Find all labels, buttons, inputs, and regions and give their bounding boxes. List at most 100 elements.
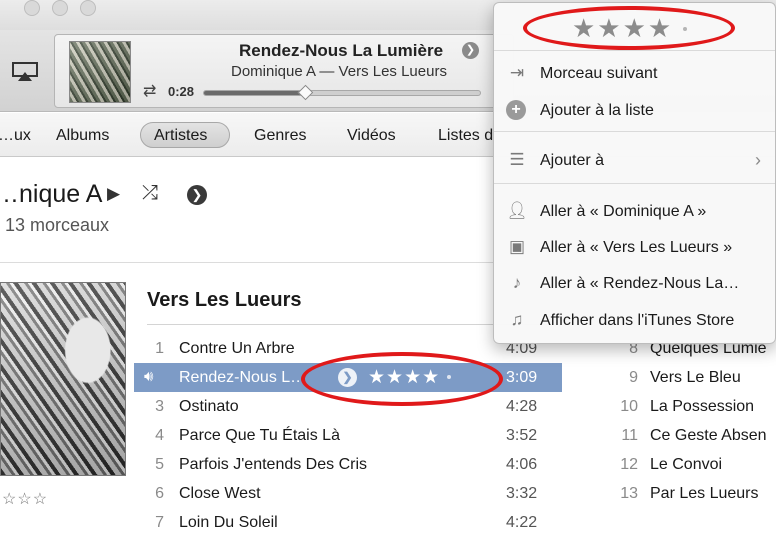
track-number: 11 bbox=[621, 427, 638, 444]
now-playing-subtitle: Dominique A — Vers Les Lueurs bbox=[231, 63, 447, 80]
album-artwork[interactable] bbox=[0, 282, 126, 476]
menu-item-label: Aller à « Vers Les Lueurs » bbox=[540, 239, 733, 256]
artist-name: …nique A bbox=[0, 180, 103, 208]
menu-item-go-to-artist[interactable]: 👤︎ Aller à « Dominique A » bbox=[494, 196, 775, 228]
minimize-window-button[interactable] bbox=[52, 0, 68, 16]
song-icon: ♪ bbox=[512, 273, 522, 292]
track-row[interactable]: 11 Ce Geste Absen bbox=[598, 421, 776, 450]
track-title: Vers Le Bleu bbox=[650, 369, 741, 386]
add-to-playlist-icon: ☰ bbox=[509, 150, 525, 169]
speaker-icon: 🔊︎ bbox=[144, 368, 154, 385]
nav-item-videos[interactable]: Vidéos bbox=[347, 127, 396, 145]
album-rating[interactable]: ☆☆☆ bbox=[2, 489, 48, 509]
context-menu: ★★★★ ⇥ Morceau suivant + Ajouter à la li… bbox=[493, 2, 776, 344]
track-row[interactable]: 13 Par Les Lueurs bbox=[598, 479, 776, 508]
menu-separator bbox=[494, 131, 775, 132]
nav-item-albums[interactable]: Albums bbox=[56, 127, 109, 145]
menu-item-itunes-store[interactable]: ♫ Afficher dans l'iTunes Store bbox=[494, 305, 775, 337]
chevron-right-icon: › bbox=[755, 150, 761, 170]
track-duration: 3:52 bbox=[506, 427, 538, 444]
album-icon: ▣ bbox=[508, 237, 526, 256]
shuffle-icon[interactable]: ⤮ bbox=[142, 182, 158, 205]
menu-rating-dot bbox=[683, 27, 687, 31]
nav-item-playlists[interactable]: Listes d bbox=[438, 127, 493, 145]
track-number: 7 bbox=[155, 514, 164, 531]
track-row[interactable]: 9 Vers Le Bleu bbox=[598, 363, 776, 392]
track-row[interactable]: 12 Le Convoi bbox=[598, 450, 776, 479]
track-title: Parce Que Tu Étais Là bbox=[179, 427, 340, 444]
menu-item-go-to-song[interactable]: ♪ Aller à « Rendez-Nous La… bbox=[494, 268, 775, 300]
track-title: Ostinato bbox=[179, 398, 239, 415]
menu-item-label: Ajouter à bbox=[540, 152, 605, 169]
now-playing-title: Rendez-Nous La Lumière bbox=[239, 41, 444, 60]
add-circle-icon: + bbox=[506, 100, 526, 120]
track-row[interactable]: 6 Close West 3:32 bbox=[134, 479, 562, 508]
menu-item-label: Afficher dans l'iTunes Store bbox=[540, 312, 735, 329]
track-arrow-icon[interactable]: ❯ bbox=[338, 368, 357, 387]
now-playing-display: Rendez-Nous La Lumière ❯ Dominique A — V… bbox=[54, 34, 514, 108]
track-number: 6 bbox=[155, 485, 164, 502]
play-icon[interactable]: ▶ bbox=[107, 184, 120, 204]
track-title: Ce Geste Absen bbox=[650, 427, 767, 444]
track-row[interactable]: 4 Parce Que Tu Étais Là 3:52 bbox=[134, 421, 562, 450]
menu-item-label: Ajouter à la liste bbox=[540, 102, 654, 119]
menu-item-label: Morceau suivant bbox=[540, 65, 658, 82]
nav-item-artists[interactable]: Artistes bbox=[154, 127, 207, 145]
progress-knob[interactable] bbox=[297, 84, 314, 101]
track-duration: 4:06 bbox=[506, 456, 538, 473]
track-number: 1 bbox=[155, 340, 164, 357]
artist-arrow-icon[interactable]: ❯ bbox=[187, 185, 207, 205]
menu-separator bbox=[494, 50, 775, 51]
track-number: 10 bbox=[620, 398, 638, 415]
track-title: Le Convoi bbox=[650, 456, 723, 473]
progress-bar[interactable] bbox=[203, 84, 481, 101]
track-number: 13 bbox=[620, 485, 638, 502]
track-duration: 4:22 bbox=[506, 514, 538, 531]
track-count: 13 morceaux bbox=[5, 215, 110, 235]
progress-fill bbox=[204, 91, 306, 95]
track-row-selected[interactable]: 🔊︎ Rendez-Nous L… ❯ ★★★★ 3:09 bbox=[134, 363, 562, 392]
menu-rating[interactable]: ★★★★ bbox=[572, 13, 673, 44]
menu-item-add-to-list[interactable]: + Ajouter à la liste bbox=[494, 95, 775, 127]
nav-item-genres[interactable]: Genres bbox=[254, 127, 306, 145]
track-title: Close West bbox=[179, 485, 261, 502]
track-number: 9 bbox=[629, 369, 638, 386]
track-row[interactable]: 3 Ostinato 4:28 bbox=[134, 392, 562, 421]
now-playing-artwork[interactable] bbox=[69, 41, 131, 103]
menu-item-go-to-album[interactable]: ▣ Aller à « Vers Les Lueurs » bbox=[494, 232, 775, 264]
track-duration: 4:28 bbox=[506, 398, 538, 415]
menu-separator bbox=[494, 183, 775, 184]
repeat-icon[interactable]: ⇄ bbox=[143, 81, 156, 101]
menu-item-label: Aller à « Dominique A » bbox=[540, 203, 707, 220]
airplay-icon[interactable] bbox=[12, 62, 38, 82]
track-title: Parfois J'entends Des Cris bbox=[179, 456, 368, 473]
menu-item-next-track[interactable]: ⇥ Morceau suivant bbox=[494, 58, 775, 90]
track-title: Loin Du Soleil bbox=[179, 514, 278, 531]
track-row[interactable]: 5 Parfois J'entends Des Cris 4:06 bbox=[134, 450, 562, 479]
track-number: 3 bbox=[155, 398, 164, 415]
track-number: 4 bbox=[155, 427, 164, 444]
track-duration: 3:32 bbox=[506, 485, 538, 502]
track-title: Par Les Lueurs bbox=[650, 485, 759, 502]
track-row[interactable]: 10 La Possession bbox=[598, 392, 776, 421]
track-rating[interactable]: ★★★★ bbox=[368, 366, 440, 389]
track-title: Rendez-Nous L… bbox=[179, 369, 307, 386]
track-row[interactable]: 7 Loin Du Soleil 4:22 bbox=[134, 508, 562, 537]
nav-item-partial[interactable]: …ux bbox=[0, 127, 31, 145]
menu-item-add-to[interactable]: ☰ Ajouter à › bbox=[494, 145, 775, 177]
zoom-window-button[interactable] bbox=[80, 0, 96, 16]
album-name: Vers Les Lueurs bbox=[147, 289, 302, 311]
rating-dot bbox=[447, 375, 451, 379]
artist-icon: 👤︎ bbox=[506, 201, 528, 220]
itunes-store-icon: ♫ bbox=[510, 310, 524, 329]
track-number: 12 bbox=[620, 456, 638, 473]
track-title: Contre Un Arbre bbox=[179, 340, 295, 357]
elapsed-time: 0:28 bbox=[168, 84, 195, 99]
menu-item-label: Aller à « Rendez-Nous La… bbox=[540, 275, 740, 292]
close-window-button[interactable] bbox=[24, 0, 40, 16]
now-playing-arrow-icon[interactable]: ❯ bbox=[462, 42, 479, 59]
track-title: La Possession bbox=[650, 398, 755, 415]
next-track-icon: ⇥ bbox=[509, 63, 525, 82]
track-duration: 3:09 bbox=[506, 369, 538, 386]
track-number: 5 bbox=[155, 456, 164, 473]
